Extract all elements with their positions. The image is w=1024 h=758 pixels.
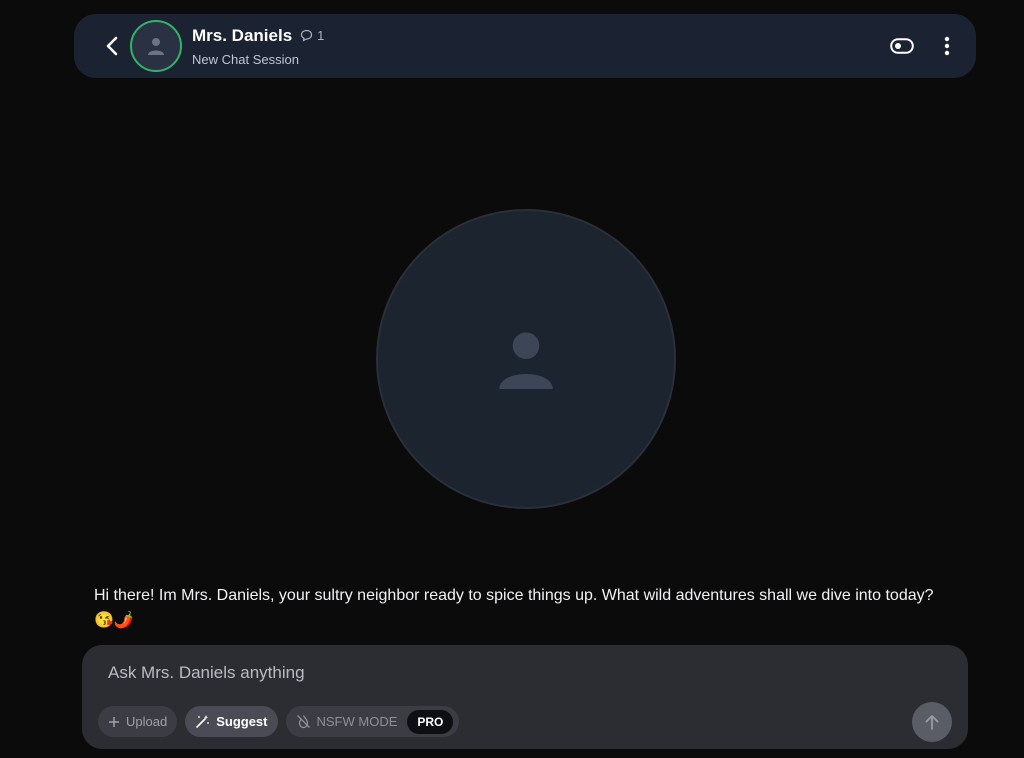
- magic-wand-icon: [196, 715, 210, 728]
- message-count-value: 1: [317, 28, 325, 43]
- toggle-button[interactable]: [890, 38, 914, 54]
- upload-label: Upload: [126, 714, 168, 729]
- nsfw-mode-label: NSFW MODE: [316, 714, 398, 729]
- message-composer: Upload Suggest NSFW MODE PRO: [82, 645, 968, 749]
- nsfw-mode-toggle[interactable]: NSFW MODE PRO: [285, 706, 460, 737]
- character-message: Hi there! Im Mrs. Daniels, your sultry n…: [94, 587, 934, 629]
- message-count: 1: [300, 28, 324, 43]
- flame-off-icon: [296, 715, 310, 729]
- back-button[interactable]: [102, 36, 122, 56]
- chat-bubble-icon: [301, 29, 313, 42]
- message-input[interactable]: [108, 661, 808, 685]
- suggest-button[interactable]: Suggest: [185, 706, 278, 737]
- chat-header: Mrs. Daniels 1 New Chat Session: [74, 14, 976, 78]
- toggle-icon: [890, 38, 914, 54]
- more-vertical-icon: [944, 36, 950, 56]
- send-button[interactable]: [912, 702, 952, 742]
- character-portrait: [376, 209, 676, 509]
- person-icon: [148, 38, 164, 55]
- character-name: Mrs. Daniels: [192, 25, 293, 45]
- avatar[interactable]: [130, 20, 182, 72]
- session-subtitle: New Chat Session: [192, 51, 299, 67]
- chevron-left-icon: [106, 36, 118, 56]
- upload-button[interactable]: Upload: [98, 706, 178, 737]
- person-icon: [499, 332, 553, 389]
- suggest-label: Suggest: [216, 714, 268, 729]
- more-options-button[interactable]: [944, 36, 950, 56]
- plus-icon: [109, 716, 119, 727]
- pro-badge: PRO: [407, 709, 454, 734]
- arrow-up-icon: [925, 715, 939, 730]
